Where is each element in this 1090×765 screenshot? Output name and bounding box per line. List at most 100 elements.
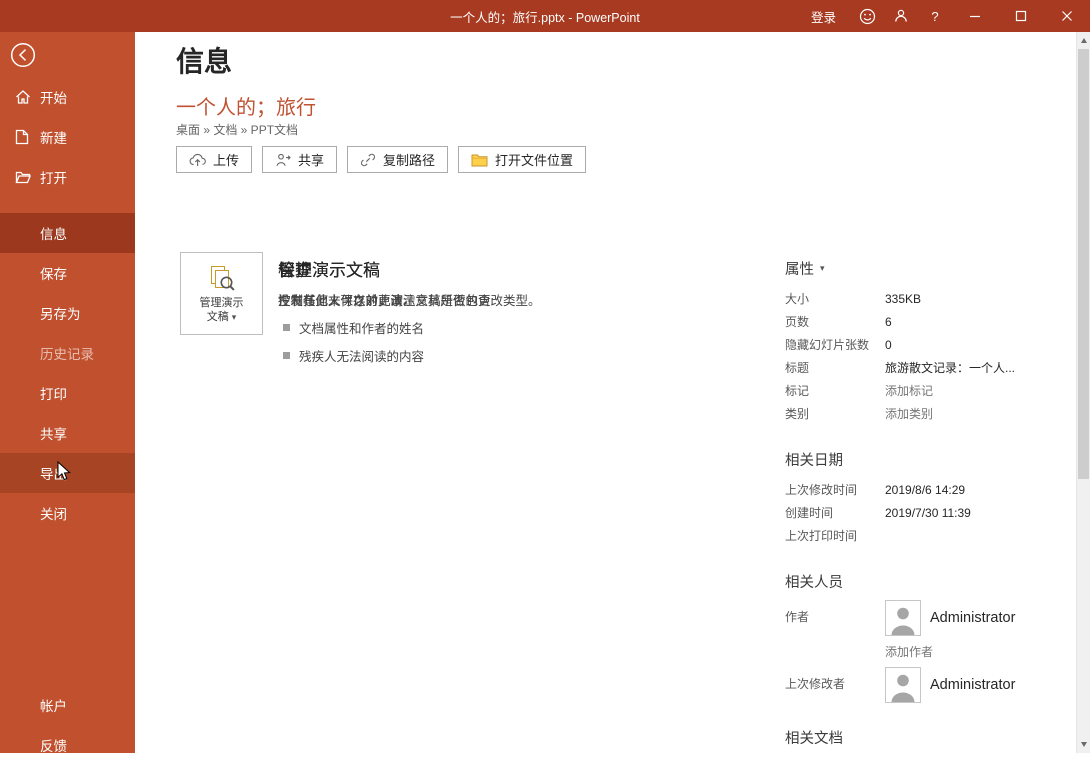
manage-section: 管理演示 文稿 ▾ 管理演示文稿 没有任何未保存的更改。 — [180, 252, 416, 335]
sidebar-item-label: 共享 — [40, 423, 67, 443]
related-dates-rows: 上次修改时间 2019/8/6 14:29 创建时间 2019/7/30 11:… — [785, 478, 1076, 547]
back-button[interactable] — [10, 42, 36, 68]
share-button[interactable]: 共享 — [262, 146, 337, 173]
properties-rows: 大小 335KB 页数 6 隐藏幻灯片张数 0 标题 旅游散文记录：一个人...… — [785, 287, 1076, 425]
scrollbar-thumb[interactable] — [1078, 49, 1089, 479]
property-label: 大小 — [785, 290, 885, 307]
folder-icon — [471, 153, 488, 167]
author-row[interactable]: 作者 Administrator — [785, 600, 1076, 636]
titlebar: 一个人的；旅行.pptx - PowerPoint 登录 ? — [0, 0, 1090, 32]
sidebar-item-label: 反馈 — [40, 735, 67, 755]
sign-in-button[interactable]: 登录 — [797, 0, 850, 32]
sidebar-item-save[interactable]: 保存 — [0, 253, 135, 293]
property-value: 6 — [885, 315, 1076, 329]
modifier-avatar — [885, 667, 921, 703]
cloud-upload-icon — [189, 152, 206, 167]
add-category-field[interactable]: 添加类别 — [885, 405, 1076, 422]
property-title-field[interactable]: 旅游散文记录：一个人... — [885, 359, 1076, 376]
backstage-sidebar: 开始 新建 打开 信息 保存 另存为 历史记录 打印 — [0, 32, 135, 753]
feedback-smiley-icon[interactable] — [850, 0, 884, 32]
property-row-pages: 页数 6 — [785, 310, 1076, 333]
sidebar-item-label: 打开 — [40, 167, 67, 187]
sidebar-item-close[interactable]: 关闭 — [0, 493, 135, 533]
dropdown-caret-icon: ▾ — [820, 263, 825, 274]
titlebar-controls: 登录 ? — [797, 0, 1090, 32]
section-description: 没有任何未保存的更改。 — [278, 290, 416, 309]
modifier-name: Administrator — [930, 677, 1015, 693]
property-value: 0 — [885, 338, 1076, 352]
breadcrumb: 桌面 » 文档 » PPT文档 — [176, 121, 298, 138]
property-label: 标记 — [785, 382, 885, 399]
scroll-up-arrow-icon — [1081, 38, 1087, 43]
sidebar-item-open[interactable]: 打开 — [0, 157, 135, 197]
scroll-down-button[interactable] — [1077, 737, 1090, 752]
section-title: 管理演示文稿 — [278, 256, 416, 281]
upload-button[interactable]: 上传 — [176, 146, 252, 173]
sidebar-item-label: 帐户 — [40, 695, 67, 715]
properties-panel: 属性 ▾ 大小 335KB 页数 6 隐藏幻灯片张数 0 标题 旅游散文记录：一… — [785, 258, 1076, 753]
add-author-link[interactable]: 添加作者 — [885, 643, 1076, 660]
property-value: 2019/7/30 11:39 — [885, 506, 1076, 520]
maximize-button[interactable] — [998, 0, 1044, 32]
link-icon — [360, 152, 376, 168]
sidebar-item-label: 历史记录 — [40, 343, 94, 363]
property-label: 页数 — [785, 313, 885, 330]
sidebar-item-new[interactable]: 新建 — [0, 117, 135, 157]
last-modified-by-row[interactable]: 上次修改者 Administrator — [785, 667, 1076, 703]
date-row-modified: 上次修改时间 2019/8/6 14:29 — [785, 478, 1076, 501]
document-title: 一个人的；旅行 — [176, 91, 316, 120]
vertical-scrollbar[interactable] — [1076, 32, 1090, 753]
property-value: 2019/8/6 14:29 — [885, 483, 1076, 497]
help-icon[interactable]: ? — [918, 0, 952, 32]
sidebar-item-label: 关闭 — [40, 503, 67, 523]
bullet-text: 残疾人无法阅读的内容 — [299, 346, 424, 365]
property-row-tags: 标记 添加标记 — [785, 379, 1076, 402]
property-row-title: 标题 旅游散文记录：一个人... — [785, 356, 1076, 379]
close-button[interactable] — [1044, 0, 1090, 32]
inspect-bullet-2: 残疾人无法阅读的内容 — [283, 346, 494, 365]
sidebar-item-feedback[interactable]: 反馈 — [0, 725, 135, 765]
manage-section-text: 管理演示文稿 没有任何未保存的更改。 — [278, 252, 416, 335]
property-label: 隐藏幻灯片张数 — [785, 336, 885, 353]
sidebar-item-print[interactable]: 打印 — [0, 373, 135, 413]
button-label-line: 文稿 — [207, 311, 229, 323]
copy-path-button[interactable]: 复制路径 — [347, 146, 448, 173]
sidebar-item-share[interactable]: 共享 — [0, 413, 135, 453]
new-document-icon — [15, 129, 29, 145]
sidebar-item-label: 信息 — [40, 223, 67, 243]
sidebar-item-label: 保存 — [40, 263, 67, 283]
property-label: 上次打印时间 — [785, 527, 885, 544]
sidebar-item-label: 打印 — [40, 383, 67, 403]
share-button-label: 共享 — [298, 150, 324, 169]
sidebar-item-history: 历史记录 — [0, 333, 135, 373]
related-people-header: 相关人员 — [785, 571, 1076, 592]
property-row-category: 类别 添加类别 — [785, 402, 1076, 425]
backstage-info-page: 信息 一个人的；旅行 桌面 » 文档 » PPT文档 上传 共享 复制路径 打开… — [135, 32, 1076, 753]
modifier-label: 上次修改者 — [785, 675, 885, 692]
bullet-square-icon — [283, 352, 290, 359]
account-icon[interactable] — [884, 0, 918, 32]
open-file-location-button[interactable]: 打开文件位置 — [458, 146, 586, 173]
manage-presentation-button[interactable]: 管理演示 文稿 ▾ — [180, 252, 263, 335]
sidebar-item-save-as[interactable]: 另存为 — [0, 293, 135, 333]
sidebar-item-label: 新建 — [40, 127, 67, 147]
sidebar-bottom-nav: 帐户 反馈 — [0, 685, 135, 765]
property-value: 335KB — [885, 292, 1076, 306]
upload-button-label: 上传 — [213, 150, 239, 169]
properties-header-label: 属性 — [785, 258, 814, 279]
properties-dropdown[interactable]: 属性 ▾ — [785, 258, 1076, 279]
copy-path-button-label: 复制路径 — [383, 150, 435, 169]
date-row-created: 创建时间 2019/7/30 11:39 — [785, 501, 1076, 524]
manage-button-label: 管理演示 文稿 ▾ — [200, 296, 244, 324]
sidebar-item-account[interactable]: 帐户 — [0, 685, 135, 725]
scroll-up-button[interactable] — [1077, 33, 1090, 48]
add-tag-field[interactable]: 添加标记 — [885, 382, 1076, 399]
related-people: 作者 Administrator 添加作者 上次修改者 Administrato… — [785, 600, 1076, 703]
sidebar-item-export[interactable]: 导出 — [0, 453, 135, 493]
open-folder-icon — [15, 170, 31, 184]
dropdown-caret-icon: ▾ — [232, 312, 237, 322]
minimize-button[interactable] — [952, 0, 998, 32]
sidebar-item-info[interactable]: 信息 — [0, 213, 135, 253]
author-name: Administrator — [930, 610, 1015, 626]
sidebar-item-start[interactable]: 开始 — [0, 77, 135, 117]
